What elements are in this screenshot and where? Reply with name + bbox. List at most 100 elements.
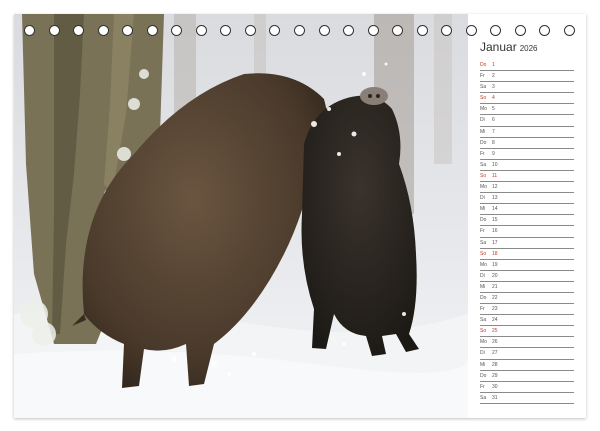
binding-ring <box>195 25 207 36</box>
day-row: So 4 <box>480 93 574 105</box>
day-number: 7 <box>492 128 495 135</box>
weekday-label: So <box>480 172 487 179</box>
day-row: Do 22 <box>480 293 574 305</box>
day-row: Do 8 <box>480 138 574 149</box>
day-number: 5 <box>492 106 495 113</box>
weekday-label: Di <box>480 117 485 124</box>
day-number: 10 <box>492 161 498 168</box>
day-list: Do 1 Fr 2 Sa 3 So 4 Mo 5 Di 6 Mi 7 Do 8 Fr 9 Sa 10 So 11 Mo 12 D… <box>480 60 574 404</box>
day-number: 18 <box>492 250 498 257</box>
day-row: Fr 16 <box>480 226 574 238</box>
day-number: 30 <box>492 383 498 390</box>
binding-ring <box>441 25 453 36</box>
binding-ring <box>24 25 35 36</box>
day-number: 11 <box>492 172 498 179</box>
day-number: 16 <box>492 228 498 235</box>
binding-ring <box>514 25 526 36</box>
weekday-label: Mi <box>480 128 486 135</box>
binding-ring <box>171 25 183 36</box>
weekday-label: Fr <box>480 150 485 157</box>
calendar-page: Januar 2026 Do 1 Fr 2 Sa 3 So 4 Mo 5 Di 6 Mi 7 Do 8 Fr 9 Sa… <box>14 14 586 418</box>
binding-ring <box>465 25 477 36</box>
day-row: Sa 31 <box>480 393 574 404</box>
day-number: 19 <box>492 261 498 268</box>
day-number: 24 <box>492 317 498 324</box>
day-number: 12 <box>492 184 498 191</box>
day-number: 14 <box>492 206 498 213</box>
weekday-label: Mo <box>480 106 487 113</box>
wild-boars-snow-photo <box>14 14 468 418</box>
day-row: Mo 19 <box>480 260 574 271</box>
binding-ring <box>343 25 355 36</box>
weekday-label: Mi <box>480 283 486 290</box>
day-number: 21 <box>492 283 498 290</box>
weekday-label: Fr <box>480 228 485 235</box>
calendar-sidebar: Januar 2026 Do 1 Fr 2 Sa 3 So 4 Mo 5 Di 6 Mi 7 Do 8 Fr 9 Sa… <box>468 14 586 418</box>
day-number: 1 <box>492 62 495 68</box>
day-row: Mi 21 <box>480 282 574 293</box>
day-row: Sa 10 <box>480 160 574 171</box>
day-row: Mo 12 <box>480 182 574 194</box>
day-row: Fr 23 <box>480 304 574 316</box>
day-row: Mi 14 <box>480 204 574 216</box>
weekday-label: Do <box>480 294 487 301</box>
day-row: Di 6 <box>480 115 574 127</box>
day-number: 28 <box>492 361 498 368</box>
binding-ring <box>244 25 256 36</box>
day-number: 31 <box>492 394 498 401</box>
day-row: Sa 3 <box>480 82 574 94</box>
day-row: Do 29 <box>480 371 574 382</box>
weekday-label: Mo <box>480 261 487 268</box>
binding-ring <box>564 25 575 36</box>
weekday-label: Sa <box>480 394 487 401</box>
binding-ring <box>294 25 305 36</box>
binding-ring <box>539 25 551 36</box>
weekday-label: Fr <box>480 383 485 390</box>
day-row: Fr 2 <box>480 71 574 83</box>
weekday-label: So <box>480 95 487 102</box>
day-row: Di 27 <box>480 348 574 360</box>
year-label: 2026 <box>519 44 538 53</box>
binding-ring <box>416 25 428 36</box>
day-row: Mo 26 <box>480 337 574 349</box>
day-number: 25 <box>492 328 498 335</box>
day-row: Mi 28 <box>480 360 574 371</box>
day-number: 3 <box>492 84 495 91</box>
day-number: 2 <box>492 73 495 80</box>
binding-ring <box>122 25 134 36</box>
binding-ring <box>97 25 109 36</box>
weekday-label: Fr <box>480 73 485 80</box>
day-number: 17 <box>492 239 498 246</box>
weekday-label: Mo <box>480 339 487 346</box>
day-number: 6 <box>492 117 495 124</box>
day-number: 22 <box>492 294 498 301</box>
weekday-label: Sa <box>480 84 487 91</box>
day-number: 23 <box>492 306 498 313</box>
day-row: Di 13 <box>480 193 574 205</box>
day-row: Mi 7 <box>480 127 574 138</box>
binding-ring <box>490 25 502 36</box>
day-number: 9 <box>492 150 495 157</box>
binding-ring <box>146 25 158 36</box>
day-row: Sa 24 <box>480 315 574 327</box>
day-number: 20 <box>492 272 498 279</box>
weekday-label: Mo <box>480 184 487 191</box>
weekday-label: Di <box>480 272 485 279</box>
day-row: Di 20 <box>480 271 574 282</box>
binding-ring <box>73 25 85 36</box>
binding-ring <box>269 25 281 36</box>
weekday-label: So <box>480 328 487 335</box>
binding-ring <box>48 25 60 36</box>
weekday-label: So <box>480 250 487 257</box>
weekday-label: Di <box>480 195 485 202</box>
day-row: So 25 <box>480 326 574 338</box>
weekday-label: Do <box>480 372 487 379</box>
weekday-label: Do <box>480 62 487 68</box>
weekday-label: Fr <box>480 306 485 313</box>
month-name: Januar <box>480 40 517 54</box>
day-row: So 18 <box>480 249 574 260</box>
weekday-label: Mi <box>480 361 486 368</box>
day-row: So 11 <box>480 171 574 183</box>
day-row: Do 1 <box>480 60 574 72</box>
weekday-label: Do <box>480 217 487 224</box>
